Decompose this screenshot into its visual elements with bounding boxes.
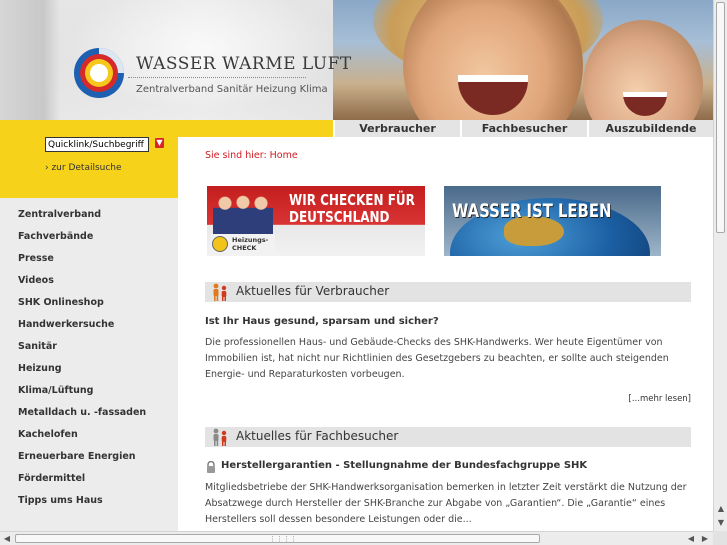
zvshk-logo-icon [74,48,124,98]
nav-item-handwerkersuche[interactable]: Handwerkersuche [0,314,178,336]
nav-item-zentralverband[interactable]: Zentralverband [0,204,178,226]
lock-icon [207,461,215,473]
quicklink-search: ▼ › zur Detailsuche [0,137,178,198]
nav-item-presse[interactable]: Presse [0,248,178,270]
read-more-link[interactable]: [...mehr lesen] [629,394,691,404]
main-content: Sie sind hier: Home WIR CHECKEN FÜR DEUT… [178,137,713,531]
scroll-left-icon[interactable]: ◀ [685,533,697,545]
wasser-ist-leben-banner[interactable]: WASSER IST LEBEN [444,186,661,256]
nav-item-shk-onlineshop[interactable]: SHK Onlineshop [0,292,178,314]
header: WASSER WARME LUFT Zentralverband Sanitär… [0,0,713,120]
tab-auszubildende[interactable]: Auszubildende [587,120,713,137]
article-teaser: Die professionellen Haus- und Gebäude-Ch… [205,337,669,380]
quicklink-search-input[interactable] [45,137,149,152]
nav-item-fachverbaende[interactable]: Fachverbände [0,226,178,248]
breadcrumb: Sie sind hier: Home [205,150,298,161]
check-seal-icon [212,236,228,252]
scrollbar-corner [713,531,727,545]
vertical-scrollbar[interactable]: ▲ ▼ [713,0,727,531]
site-logo[interactable]: WASSER WARME LUFT Zentralverband Sanitär… [72,46,351,106]
vertical-scroll-thumb[interactable] [716,2,725,233]
horizontal-scroll-thumb[interactable]: ⋮⋮⋮⋮ [15,534,540,543]
detail-search-link[interactable]: › zur Detailsuche [45,163,122,173]
brand-subtitle: Zentralverband Sanitär Heizung Klima [136,84,328,95]
scroll-right-icon[interactable]: ▶ [699,533,711,545]
scroll-left-icon[interactable]: ◀ [1,533,13,545]
heizungscheck-banner[interactable]: WIR CHECKEN FÜR DEUTSCHLAND Heizungs- CH… [207,186,425,256]
nav-item-metalldach[interactable]: Metalldach u. -fassaden [0,402,178,424]
nav-item-klima-lueftung[interactable]: Klima/Lüftung [0,380,178,402]
nav-item-tipps-ums-haus[interactable]: Tipps ums Haus [0,490,178,512]
technicians-image [213,190,273,234]
section-header-verbraucher: Aktuelles für Verbraucher [205,282,691,302]
nav-item-erneuerbare-energien[interactable]: Erneuerbare Energien [0,446,178,468]
heizungscheck-badge: Heizungs- CHECK [211,234,275,254]
horizontal-scrollbar[interactable]: ◀ ⋮⋮⋮⋮ ◀ ▶ [0,531,713,545]
grip-icon: ⋮⋮⋮⋮ [269,535,297,543]
nav-item-videos[interactable]: Videos [0,270,178,292]
brand-title: WASSER WARME LUFT [136,54,352,74]
left-sidebar: ▼ › zur Detailsuche Zentralverband Fachv… [0,137,178,531]
nav-item-sanitaer[interactable]: Sanitär [0,336,178,358]
section-header-fachbesucher: Aktuelles für Fachbesucher [205,427,691,447]
tab-fachbesucher[interactable]: Fachbesucher [460,120,587,137]
nav-item-kachelofen[interactable]: Kachelofen [0,424,178,446]
brand-divider [128,77,306,78]
people-icon [213,283,227,301]
scroll-up-icon[interactable]: ▲ [715,503,727,515]
nav-item-heizung[interactable]: Heizung [0,358,178,380]
banner-title: WIR CHECKEN FÜR DEUTSCHLAND [289,191,415,226]
article-teaser: Mitgliedsbetriebe der SHK-Handwerksorgan… [205,482,687,525]
scroll-down-icon[interactable]: ▼ [715,517,727,529]
tab-verbraucher[interactable]: Verbraucher [333,120,460,137]
article-title[interactable]: Herstellergarantien - Stellungnahme der … [221,460,587,471]
article-title[interactable]: Ist Ihr Haus gesund, sparsam und sicher? [205,316,439,327]
main-nav: Zentralverband Fachverbände Presse Video… [0,204,178,512]
banner-title: WASSER IST LEBEN [452,200,612,222]
header-photo [333,0,713,120]
nav-item-foerdermittel[interactable]: Fördermittel [0,468,178,490]
people-icon [213,428,227,446]
arrow-down-icon[interactable]: ▼ [155,138,164,148]
section-heading: Aktuelles für Verbraucher [236,284,390,298]
audience-tabbar: Verbraucher Fachbesucher Auszubildende [0,120,713,137]
section-heading: Aktuelles für Fachbesucher [236,429,399,443]
